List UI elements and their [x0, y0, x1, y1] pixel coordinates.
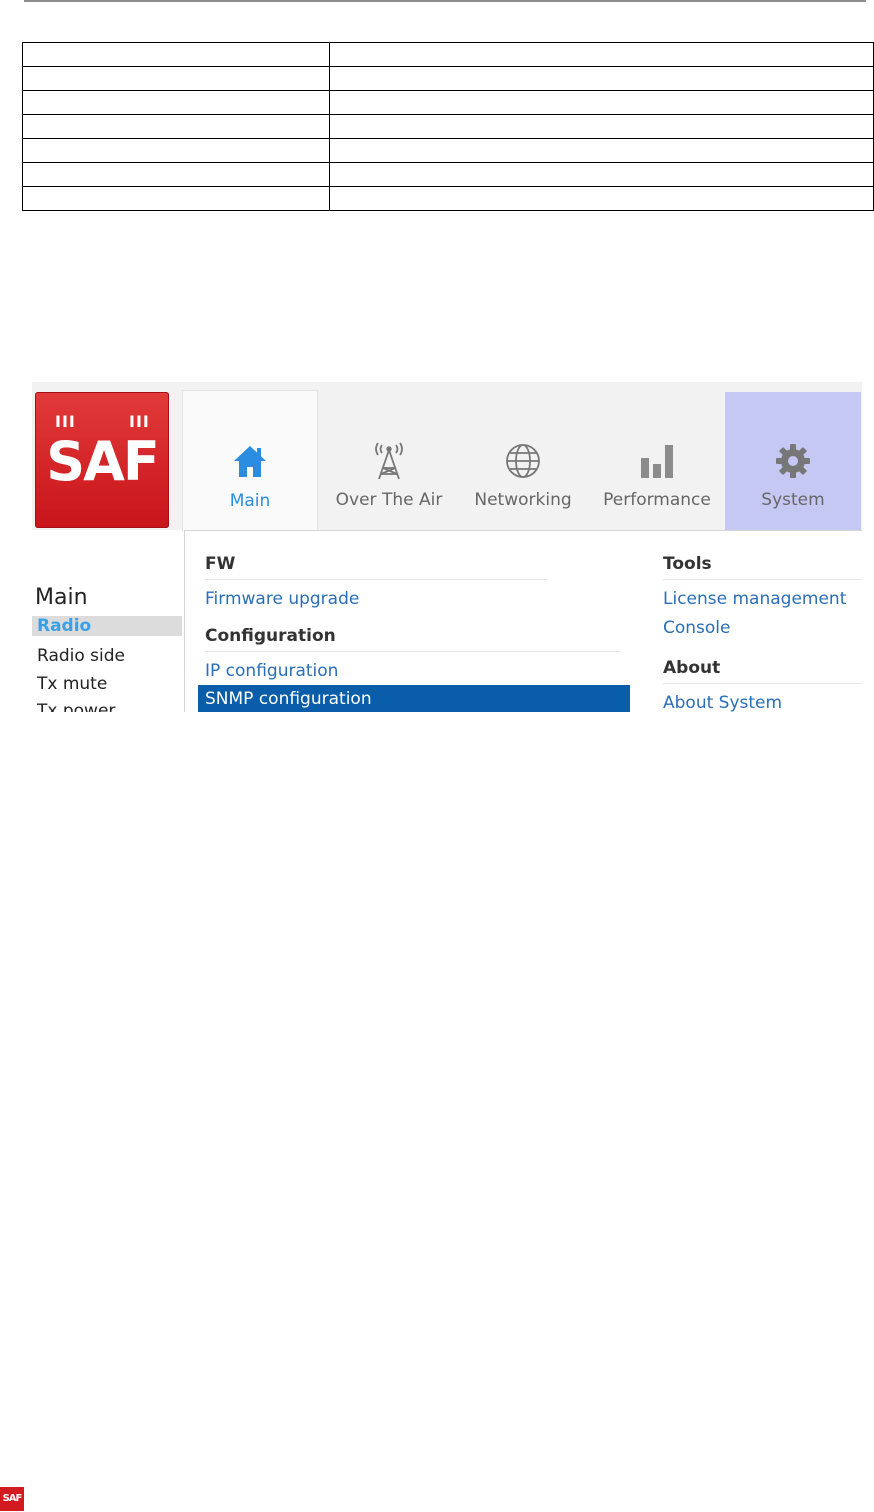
gear-icon [725, 442, 861, 482]
saf-logo[interactable]: III III SAF [35, 392, 169, 528]
tab-over-the-air-label: Over The Air [335, 490, 443, 510]
tab-performance[interactable]: Performance [590, 390, 724, 530]
menu-divider [663, 579, 862, 580]
sidebar-item-tx-mute[interactable]: Tx mute [37, 674, 107, 694]
home-icon [183, 443, 317, 483]
web-ui-screenshot: III III SAF Main Over The Air Networking… [32, 382, 862, 712]
menu-item-license-management[interactable]: License management [663, 589, 846, 609]
tab-performance-label: Performance [603, 490, 711, 510]
menu-header-about: About [663, 658, 721, 678]
logo-bars-right: III [129, 412, 150, 431]
menu-header-fw: FW [205, 554, 236, 574]
menu-item-ip-configuration[interactable]: IP configuration [205, 661, 338, 681]
footer-saf-logo: SAF [0, 1487, 24, 1511]
logo-bars-left: III [55, 412, 76, 431]
menu-item-snmp-configuration[interactable]: SNMP configuration [198, 685, 630, 712]
tab-over-the-air[interactable]: Over The Air [324, 390, 454, 530]
menu-divider [205, 651, 621, 652]
table-row [22, 186, 874, 211]
sidebar-item-radio[interactable]: Radio [32, 616, 182, 636]
empty-table [22, 42, 874, 211]
tab-main[interactable]: Main [182, 390, 318, 531]
logo-text: SAF [46, 430, 160, 493]
menu-divider [205, 579, 547, 580]
table-row [22, 66, 874, 91]
menu-item-firmware-upgrade[interactable]: Firmware upgrade [205, 589, 359, 609]
menu-divider [663, 683, 862, 684]
globe-icon [460, 442, 586, 482]
menu-item-about-system[interactable]: About System [663, 693, 782, 712]
system-dropdown-menu: FW Firmware upgrade Configuration IP con… [184, 530, 862, 712]
table-row [22, 114, 874, 139]
menu-item-console[interactable]: Console [663, 618, 731, 638]
sidebar-title: Main [35, 585, 88, 610]
tab-system[interactable]: System [725, 392, 861, 530]
tab-networking[interactable]: Networking [460, 390, 586, 530]
tab-main-label: Main [229, 491, 271, 511]
menu-header-tools: Tools [663, 554, 712, 574]
table-row [22, 90, 874, 115]
tab-networking-label: Networking [474, 490, 572, 510]
sidebar-item-tx-power[interactable]: Tx power [37, 701, 115, 712]
menu-header-configuration: Configuration [205, 626, 336, 646]
sidebar: Main Radio Radio side Tx mute Tx power [32, 530, 182, 712]
table-row [22, 42, 874, 67]
header-rule [24, 0, 866, 2]
tab-system-label: System [761, 490, 825, 510]
table-row [22, 138, 874, 163]
table-row [22, 162, 874, 187]
antenna-tower-icon [324, 442, 454, 482]
bar-chart-icon [590, 442, 724, 482]
sidebar-item-radio-side[interactable]: Radio side [37, 646, 125, 666]
